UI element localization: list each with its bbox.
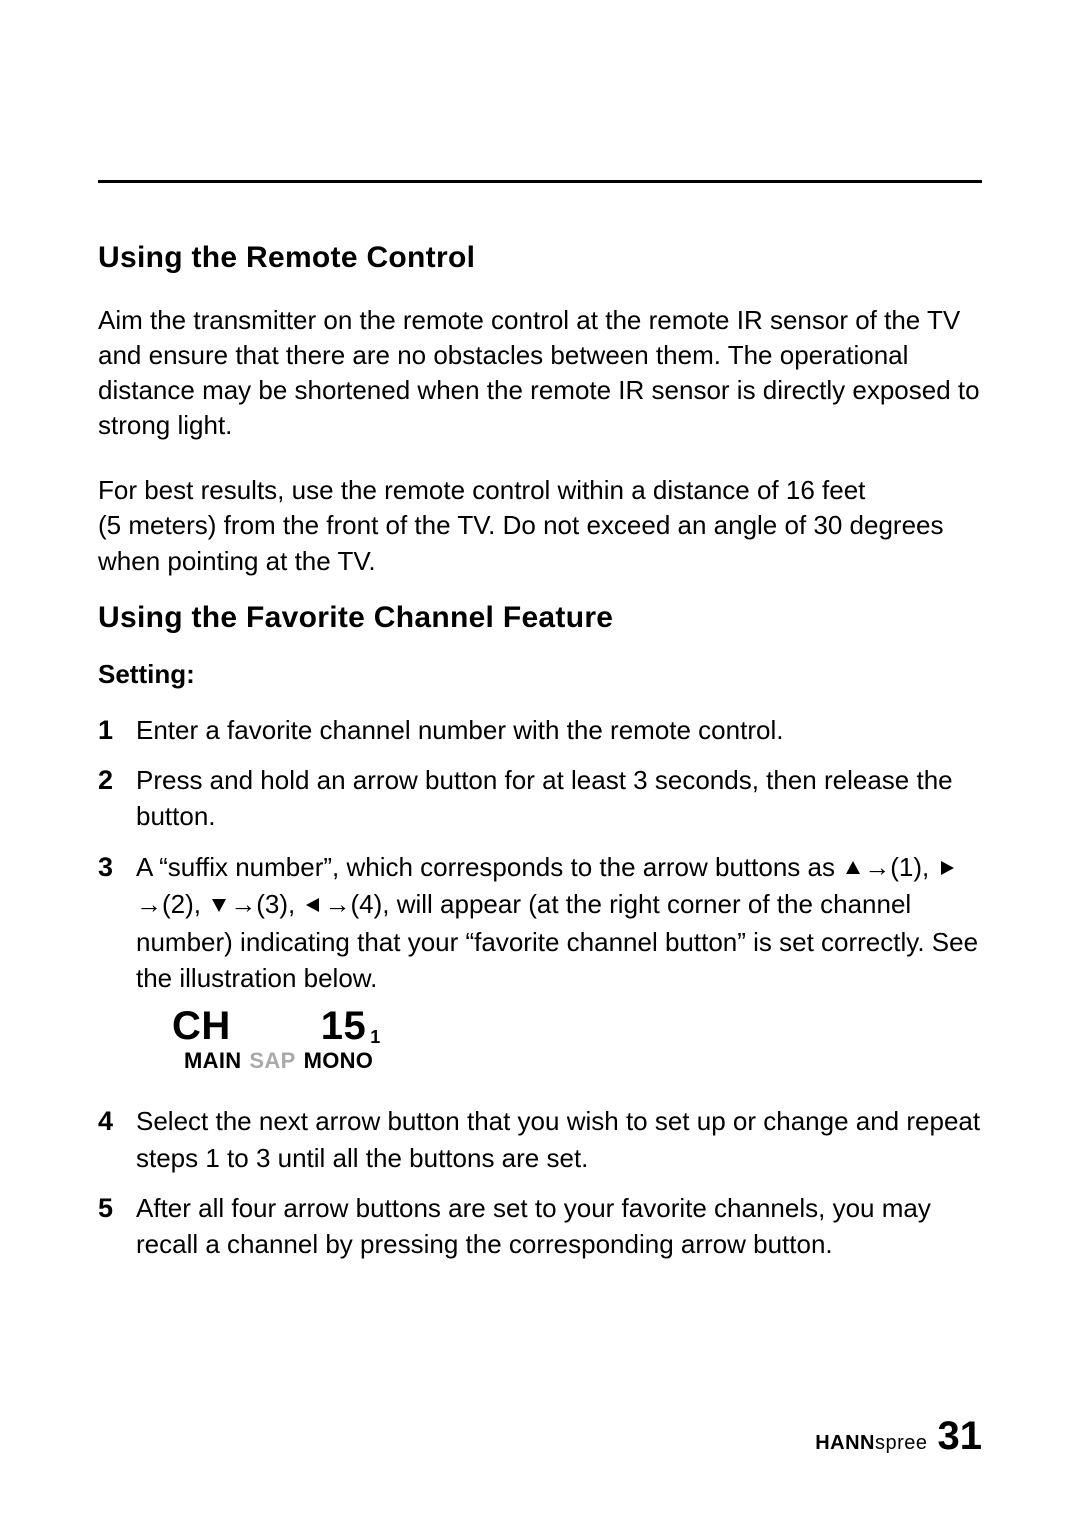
triangle-left-icon [304, 887, 322, 923]
step-5-text: After all four arrow buttons are set to … [136, 1193, 931, 1259]
step-3-intro: A “suffix number”, which corresponds to … [136, 852, 842, 882]
step-3: A “suffix number”, which corresponds to … [98, 849, 982, 1077]
illus-sap: SAP [249, 1048, 295, 1073]
brand-logo: HANNspree [815, 1432, 927, 1455]
illus-main: MAIN [184, 1048, 241, 1073]
page-number: 31 [938, 1414, 983, 1459]
illus-ch-number: 15 [321, 1004, 367, 1048]
right-arrow-icon: → [324, 889, 350, 919]
triangle-right-icon [938, 850, 956, 886]
illustration-line-2: MAIN SAP MONO [184, 1046, 982, 1077]
brand-bold-part: HANN [815, 1432, 875, 1454]
heading-remote-control: Using the Remote Control [98, 241, 982, 275]
triangle-down-icon [210, 887, 228, 923]
channel-illustration: CH 151 MAIN SAP MONO [172, 1006, 982, 1077]
step-2: Press and hold an arrow button for at le… [98, 762, 982, 835]
illus-mono: MONO [304, 1048, 374, 1073]
setting-subheading: Setting: [98, 659, 982, 690]
step-4: Select the next arrow button that you wi… [98, 1103, 982, 1176]
step-1-text: Enter a favorite channel number with the… [136, 715, 783, 745]
triangle-up-icon [844, 850, 862, 886]
step-4-text: Select the next arrow button that you wi… [136, 1106, 980, 1172]
remote-para-1: Aim the transmitter on the remote contro… [98, 303, 982, 443]
step-5: After all four arrow buttons are set to … [98, 1190, 982, 1263]
step-1: Enter a favorite channel number with the… [98, 712, 982, 748]
page-content: Using the Remote Control Aim the transmi… [0, 0, 1080, 1263]
step-3-map3: (3), [256, 889, 302, 919]
step-2-text: Press and hold an arrow button for at le… [136, 765, 953, 831]
heading-favorite-channel: Using the Favorite Channel Feature [98, 601, 982, 635]
illus-suffix: 1 [370, 1027, 381, 1047]
right-arrow-icon: → [136, 889, 162, 919]
step-3-map4: (4) [350, 889, 382, 919]
page-footer: HANNspree 31 [815, 1414, 982, 1459]
remote-para-2: For best results, use the remote control… [98, 473, 982, 578]
right-arrow-icon: → [230, 889, 256, 919]
setting-steps-list: Enter a favorite channel number with the… [98, 712, 982, 1263]
step-3-map2: (2), [162, 889, 208, 919]
brand-light-part: spree [875, 1432, 928, 1454]
illustration-line-1: CH 151 [172, 1006, 982, 1046]
horizontal-rule [98, 180, 982, 183]
right-arrow-icon: → [864, 852, 890, 882]
illus-ch-label: CH [172, 1004, 231, 1048]
step-3-map1: (1), [890, 852, 936, 882]
